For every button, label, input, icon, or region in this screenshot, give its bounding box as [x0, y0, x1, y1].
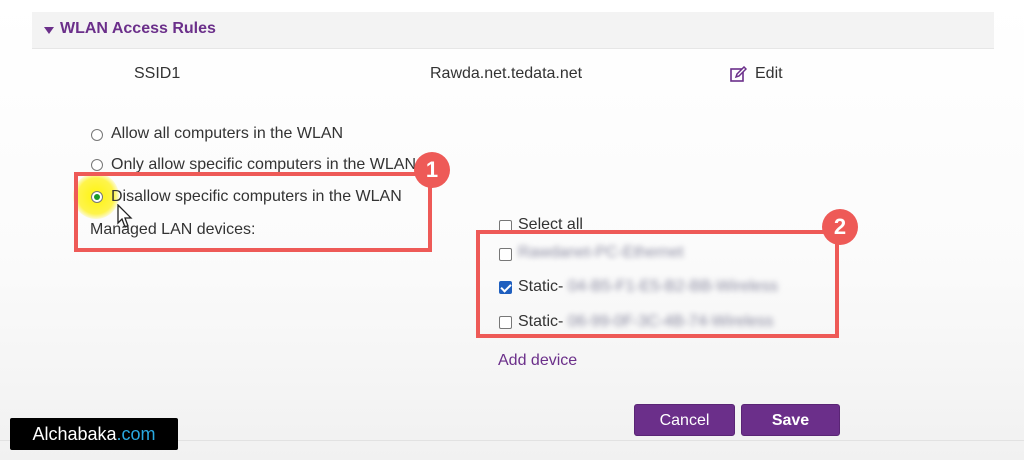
save-button[interactable]: Save	[741, 404, 840, 436]
radio-only-allow[interactable]	[91, 159, 103, 171]
ssid-value: Rawda.net.tedata.net	[430, 65, 583, 82]
edit-icon	[730, 66, 747, 82]
ssid-label: SSID1	[134, 65, 181, 82]
section-header[interactable]: WLAN Access Rules	[32, 12, 994, 49]
annotation-box-2	[476, 230, 839, 338]
add-device-link[interactable]: Add device	[498, 352, 577, 370]
section-title: WLAN Access Rules	[60, 20, 216, 37]
brand-logo: Alchabaka.com	[10, 418, 178, 450]
brand-name: Alchabaka	[32, 424, 117, 444]
radio-allow-all-label[interactable]: Allow all computers in the WLAN	[111, 125, 343, 143]
radio-allow-all[interactable]	[91, 129, 103, 141]
annotation-badge-2: 2	[822, 209, 858, 245]
edit-button[interactable]: Edit	[730, 63, 790, 85]
collapse-arrow-icon[interactable]	[44, 27, 54, 34]
annotation-badge-1: 1	[414, 152, 450, 188]
brand-tld: .com	[116, 424, 156, 444]
edit-label: Edit	[755, 65, 783, 82]
annotation-box-1	[74, 172, 432, 252]
cancel-button[interactable]: Cancel	[634, 404, 735, 436]
